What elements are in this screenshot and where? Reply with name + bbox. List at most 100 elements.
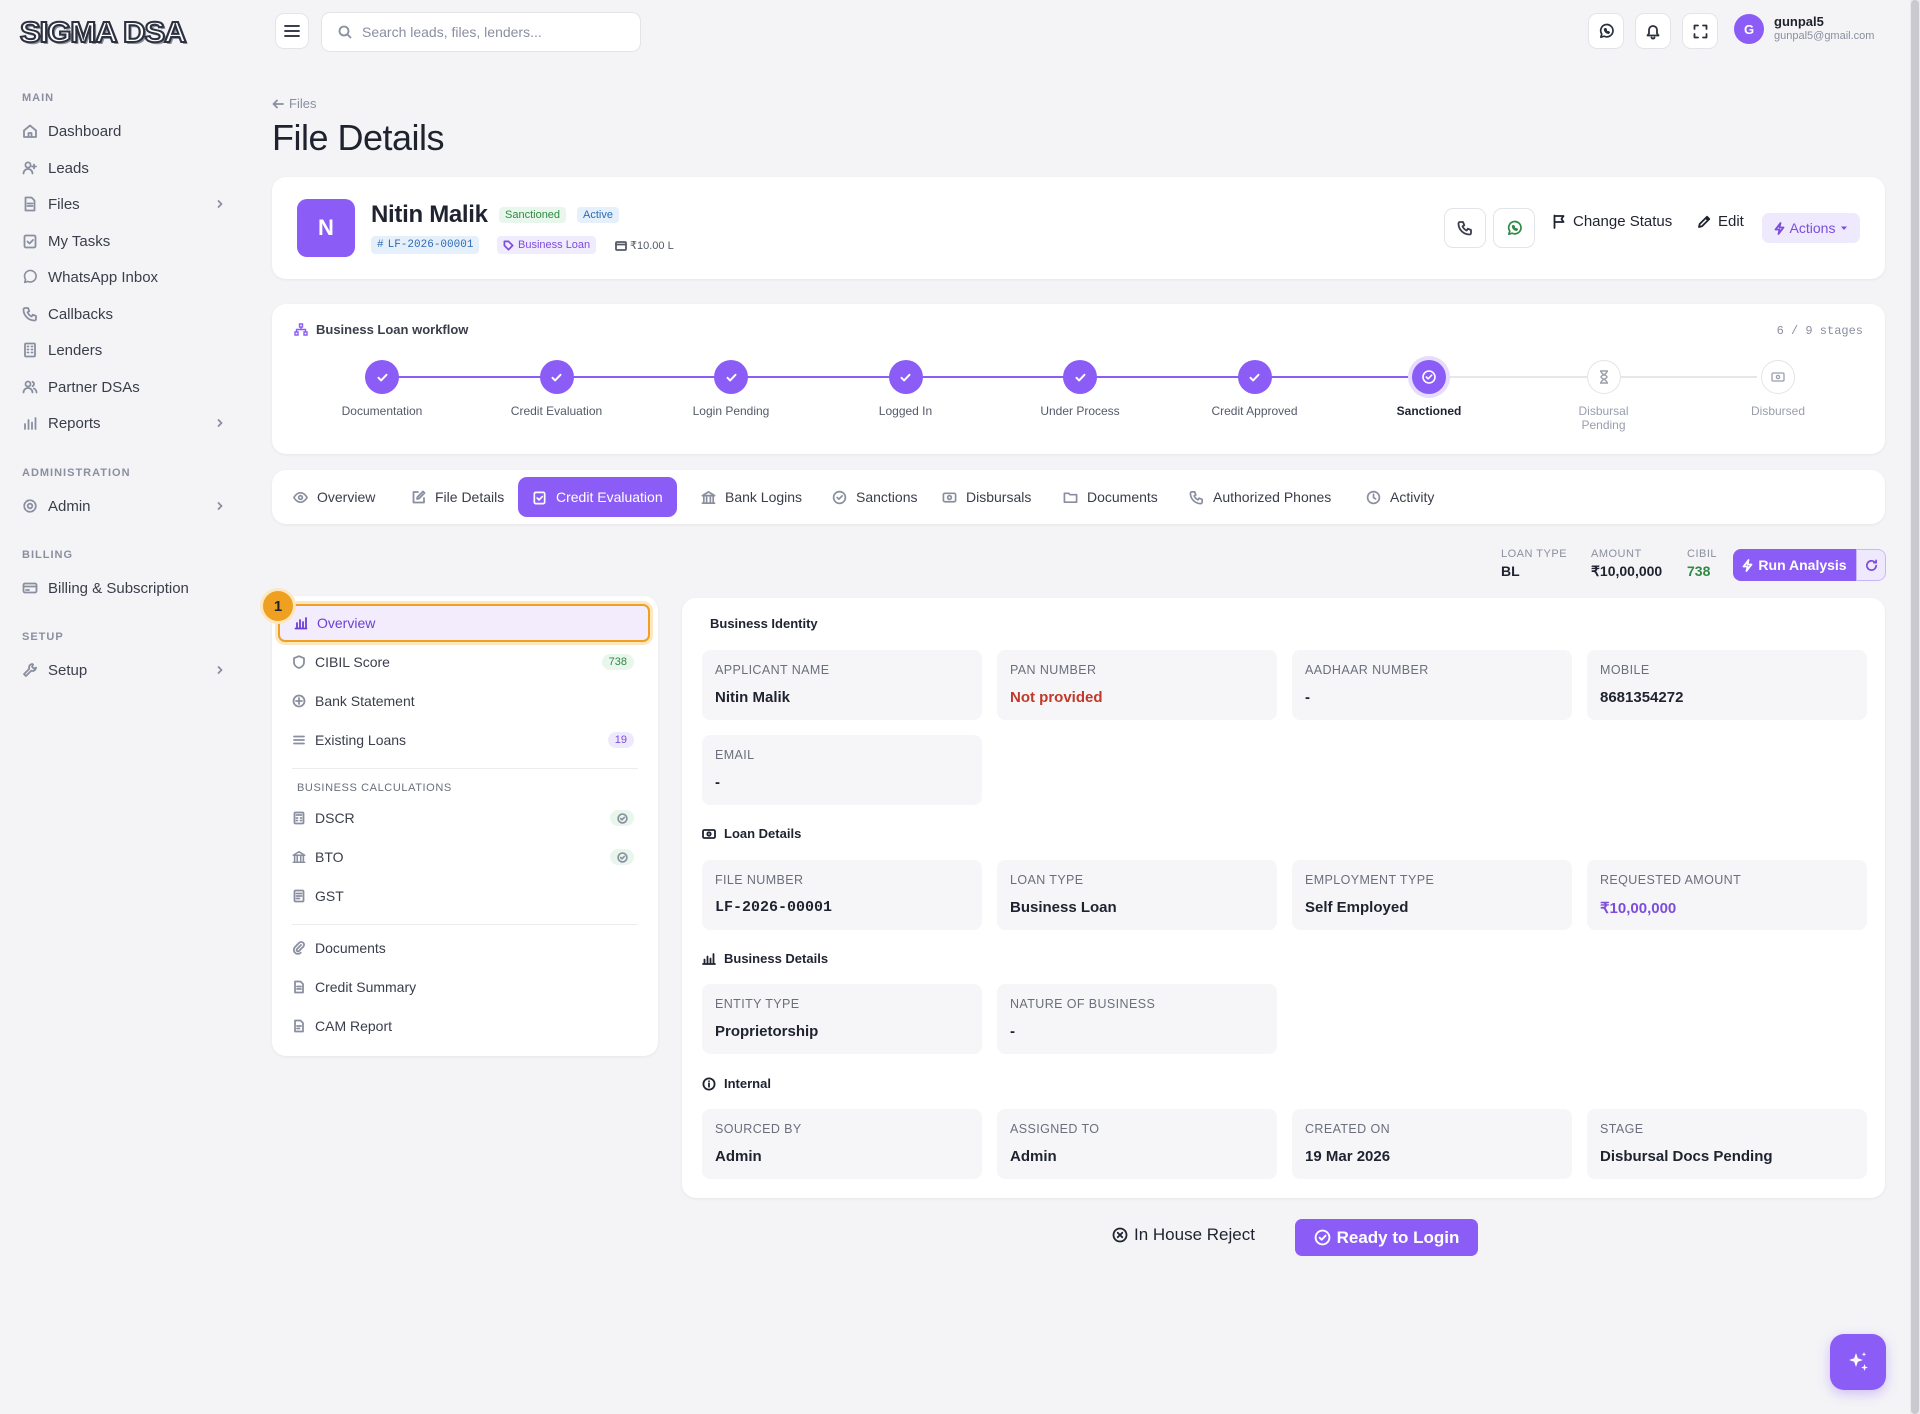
paperclip-icon <box>292 941 305 955</box>
clipboard-check-icon <box>533 491 546 504</box>
tab-documents[interactable]: Documents <box>1049 477 1172 517</box>
section-title: Loan Details <box>724 826 802 841</box>
credit-nav-label: Bank Statement <box>315 693 415 709</box>
sidebar-item-lenders[interactable]: Lenders <box>22 335 227 365</box>
sidebar-item-billing[interactable]: Billing & Subscription <box>22 573 227 603</box>
credit-nav-credit-summary[interactable]: Credit Summary <box>278 968 650 1006</box>
credit-nav-cibil-score[interactable]: CIBIL Score 738 <box>278 643 650 681</box>
menu-toggle-button[interactable] <box>275 13 309 49</box>
receipt-icon <box>293 889 305 903</box>
check-icon <box>900 373 911 381</box>
ready-to-login-button[interactable]: Ready to Login <box>1295 1219 1478 1256</box>
whatsapp-button[interactable] <box>1493 208 1535 248</box>
credit-nav-bank-statement[interactable]: Bank Statement <box>278 682 650 720</box>
sidebar-item-setup[interactable]: Setup <box>22 655 227 685</box>
divider <box>292 768 638 769</box>
workflow-stage-documentation[interactable] <box>365 360 399 394</box>
ai-assistant-button[interactable] <box>1830 1334 1886 1390</box>
sidebar-item-label: My Tasks <box>48 232 111 250</box>
clock-icon <box>1366 490 1381 504</box>
credit-nav-dscr[interactable]: DSCR <box>278 799 650 837</box>
credit-nav-gst[interactable]: GST <box>278 877 650 915</box>
credit-nav-documents[interactable]: Documents <box>278 929 650 967</box>
field-label: AADHAAR NUMBER <box>1305 663 1429 677</box>
breadcrumb[interactable]: Files <box>272 96 316 111</box>
section-title: Business Details <box>724 951 829 966</box>
whatsapp-icon <box>1507 220 1522 235</box>
users-icon <box>22 380 38 394</box>
workflow-stage-credit-approved[interactable] <box>1237 360 1272 394</box>
tab-bank-logins[interactable]: Bank Logins <box>687 477 816 517</box>
fullscreen-button[interactable] <box>1682 13 1718 49</box>
dscr-complete-indicator <box>610 810 634 826</box>
sidebar-item-callbacks[interactable]: Callbacks <box>22 299 227 329</box>
sidebar-item-dashboard[interactable]: Dashboard <box>22 116 227 146</box>
credit-nav-existing-loans[interactable]: Existing Loans 19 <box>278 721 650 759</box>
sidebar-item-files[interactable]: Files <box>22 189 227 219</box>
workflow-stage-logged-in[interactable] <box>888 360 923 394</box>
app-logo[interactable]: SIGMA DSA <box>19 15 188 49</box>
notifications-button[interactable] <box>1635 13 1671 49</box>
user-email: gunpal5@gmail.com <box>1774 30 1875 42</box>
sidebar-item-label: Dashboard <box>48 122 122 140</box>
workflow-stage-disbursed[interactable] <box>1761 360 1795 394</box>
field-value: Business Loan <box>1010 899 1117 916</box>
workflow-header: Business Loan workflow <box>294 322 468 337</box>
file-number: LF-2026-00001 <box>387 239 474 251</box>
check-icon <box>377 373 387 381</box>
field-label: EMAIL <box>715 748 755 762</box>
file-tabs: Overview File Details Credit Evaluation … <box>272 470 1885 524</box>
edit-button[interactable]: Edit <box>1697 213 1744 230</box>
tab-overview[interactable]: Overview <box>279 477 389 517</box>
sidebar-item-reports[interactable]: Reports <box>22 408 227 438</box>
in-house-reject-button[interactable]: In House Reject <box>1112 1225 1255 1245</box>
search-icon <box>338 25 352 39</box>
sidebar-item-admin[interactable]: Admin <box>22 491 227 521</box>
sidebar-item-whatsapp-inbox[interactable]: WhatsApp Inbox <box>22 262 227 292</box>
tab-disbursals[interactable]: Disbursals <box>928 477 1045 517</box>
tab-label: Documents <box>1087 489 1158 505</box>
tag-icon <box>503 240 514 250</box>
workflow-title: Business Loan workflow <box>316 322 469 337</box>
whatsapp-icon <box>23 269 37 284</box>
call-button[interactable] <box>1444 208 1486 248</box>
user-menu[interactable]: G gunpal5 gunpal5@gmail.com <box>1734 14 1874 44</box>
edit-label: Edit <box>1718 213 1744 230</box>
field-value: Disbursal Docs Pending <box>1600 1148 1773 1165</box>
workflow-stage-sanctioned[interactable] <box>1412 360 1446 394</box>
sidebar-item-leads[interactable]: Leads <box>22 153 227 183</box>
status-badge: Sanctioned <box>499 207 567 223</box>
tab-sanctions[interactable]: Sanctions <box>818 477 931 517</box>
credit-nav-bto[interactable]: BTO <box>278 838 650 876</box>
workflow-stage-under-process[interactable] <box>1063 360 1097 394</box>
run-analysis-button[interactable]: Run Analysis <box>1733 549 1856 581</box>
breadcrumb-files[interactable]: Files <box>289 96 316 111</box>
tab-file-details[interactable]: File Details <box>397 477 518 517</box>
chart-icon <box>702 953 716 965</box>
actions-dropdown[interactable]: Actions <box>1762 213 1860 243</box>
scrollbar-thumb[interactable] <box>1911 0 1919 1414</box>
tab-activity[interactable]: Activity <box>1352 477 1448 517</box>
refresh-analysis-button[interactable] <box>1856 549 1886 581</box>
tab-label: Sanctions <box>856 489 918 505</box>
tab-authorized-phones[interactable]: Authorized Phones <box>1175 477 1345 517</box>
field-assigned-to: ASSIGNED TO Admin <box>997 1109 1277 1179</box>
workflow-card: Business Loan workflow 6 / 9 stages Docu… <box>272 304 1885 454</box>
summary-cibil: CIBIL 738 <box>1687 548 1717 579</box>
credit-nav-cam-report[interactable]: CAM Report <box>278 1007 650 1045</box>
workflow-stage-credit-evaluation[interactable] <box>539 360 574 394</box>
workflow-stage-login-pending[interactable] <box>714 360 748 394</box>
workflow-stage-disbursal-pending[interactable] <box>1586 360 1621 394</box>
sidebar-item-partner-dsas[interactable]: Partner DSAs <box>22 372 227 402</box>
sidebar-item-my-tasks[interactable]: My Tasks <box>22 226 227 256</box>
credit-nav-label: GST <box>315 888 344 904</box>
whatsapp-button[interactable] <box>1588 13 1624 49</box>
credit-nav-label: CAM Report <box>315 1018 393 1034</box>
search-input[interactable] <box>362 24 622 40</box>
change-status-button[interactable]: Change Status <box>1552 213 1672 230</box>
global-search[interactable] <box>321 12 641 52</box>
tab-credit-evaluation[interactable]: Credit Evaluation <box>518 477 677 517</box>
field-label: PAN NUMBER <box>1010 663 1097 677</box>
info-icon <box>702 1077 716 1090</box>
credit-nav-overview[interactable]: Overview <box>278 604 650 642</box>
